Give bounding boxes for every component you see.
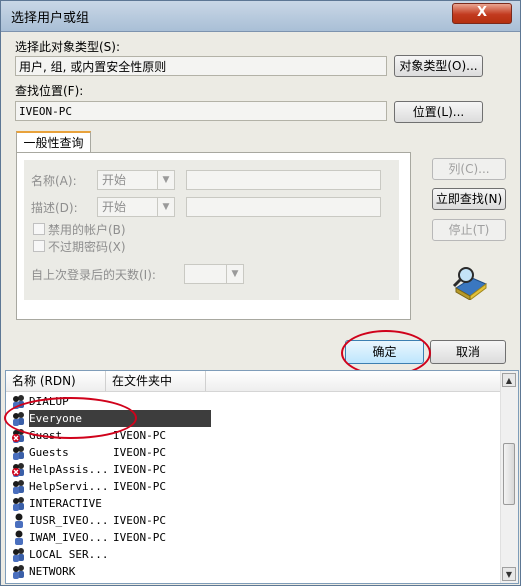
name-label: 名称(A): — [31, 174, 77, 188]
description-label: 描述(D): — [31, 201, 78, 215]
list-item[interactable]: LOCAL SER... — [6, 546, 504, 563]
disabled-user-icon — [11, 462, 27, 477]
days-since-logon-label: 自上次登录后的天数(I): — [31, 268, 156, 282]
scroll-down-icon[interactable]: ▼ — [502, 567, 516, 581]
query-panel-inner: 名称(A): 开始 ▼ 描述(D): 开始 ▼ 禁用的帐户(B) 不过期密码(X… — [24, 160, 399, 300]
item-name: IWAM_IVEO... — [29, 531, 109, 544]
select-users-dialog: 选择用户或组 X 选择此对象类型(S): 用户, 组, 或内置安全性原则 对象类… — [0, 0, 521, 586]
find-now-button[interactable]: 立即查找(N) — [432, 188, 506, 210]
item-name: Guests — [29, 446, 69, 459]
search-users-icon — [452, 267, 487, 300]
object-type-label: 选择此对象类型(S): — [15, 40, 121, 54]
name-mode-select[interactable]: 开始 ▼ — [97, 170, 175, 190]
locations-button[interactable]: 位置(L)... — [394, 101, 483, 123]
item-name: Everyone — [29, 410, 211, 427]
columns-button[interactable]: 列(C)... — [432, 158, 506, 180]
description-mode-value: 开始 — [102, 200, 127, 214]
non-expiring-password-label: 不过期密码(X) — [48, 240, 126, 254]
item-folder: IVEON-PC — [113, 429, 166, 442]
list-item[interactable]: IUSR_IVEO... IVEON-PC — [6, 512, 504, 529]
close-button[interactable]: X — [452, 3, 512, 24]
item-name: LOCAL SER... — [29, 548, 109, 561]
name-mode-value: 开始 — [102, 173, 127, 187]
group-icon — [11, 564, 27, 579]
non-expiring-password-checkbox[interactable] — [33, 240, 45, 252]
days-since-logon-select[interactable]: ▼ — [184, 264, 244, 284]
ok-button[interactable]: 确定 — [345, 340, 424, 364]
user-icon — [11, 530, 27, 545]
item-name: DIALUP — [29, 395, 69, 408]
results-header: 名称 (RDN) 在文件夹中 — [6, 371, 503, 392]
stop-button[interactable]: 停止(T) — [432, 219, 506, 241]
vertical-scrollbar[interactable]: ▲ ▼ — [500, 371, 518, 583]
item-folder: IVEON-PC — [113, 480, 166, 493]
chevron-down-icon: ▼ — [226, 265, 243, 283]
location-field: IVEON-PC — [15, 101, 387, 121]
name-query-field[interactable] — [186, 170, 381, 190]
title-bar: 选择用户或组 X — [1, 1, 520, 32]
object-type-field: 用户, 组, 或内置安全性原则 — [15, 56, 387, 76]
list-item[interactable]: DIALUP — [6, 393, 504, 410]
group-icon — [11, 394, 27, 409]
location-label: 查找位置(F): — [15, 84, 84, 98]
tab-common-queries[interactable]: 一般性查询 — [16, 131, 91, 153]
list-item[interactable]: INTERACTIVE — [6, 495, 504, 512]
search-results-list[interactable]: 名称 (RDN) 在文件夹中 DIALUP Everyone Guest IVEON-… — [5, 370, 519, 584]
disabled-accounts-label: 禁用的帐户(B) — [48, 223, 126, 237]
list-item[interactable]: Guest IVEON-PC — [6, 427, 504, 444]
chevron-down-icon: ▼ — [157, 171, 174, 189]
group-icon — [11, 445, 27, 460]
item-name: NETWORK — [29, 565, 76, 578]
item-folder: IVEON-PC — [113, 514, 166, 527]
item-name: HelpAssis... — [29, 463, 109, 476]
group-icon — [11, 547, 27, 562]
window-title: 选择用户或组 — [11, 11, 90, 26]
scroll-thumb[interactable] — [503, 443, 515, 505]
list-item[interactable]: Guests IVEON-PC — [6, 444, 504, 461]
list-item[interactable]: HelpServi... IVEON-PC — [6, 478, 504, 495]
chevron-down-icon: ▼ — [157, 198, 174, 216]
item-name: Guest — [29, 429, 63, 442]
list-item[interactable]: NETWORK — [6, 563, 504, 580]
disabled-user-icon — [11, 428, 27, 443]
item-folder: IVEON-PC — [113, 531, 166, 544]
disabled-accounts-checkbox[interactable] — [33, 223, 45, 235]
column-header-folder[interactable]: 在文件夹中 — [106, 371, 206, 391]
item-folder: IVEON-PC — [113, 463, 166, 476]
list-item[interactable]: Everyone — [6, 410, 504, 427]
query-panel: 名称(A): 开始 ▼ 描述(D): 开始 ▼ 禁用的帐户(B) 不过期密码(X… — [16, 152, 411, 320]
description-mode-select[interactable]: 开始 ▼ — [97, 197, 175, 217]
item-name: IUSR_IVEO... — [29, 514, 109, 527]
user-icon — [11, 513, 27, 528]
group-icon — [11, 479, 27, 494]
list-item[interactable]: IWAM_IVEO... IVEON-PC — [6, 529, 504, 546]
list-item[interactable]: HelpAssis... IVEON-PC — [6, 461, 504, 478]
item-folder: IVEON-PC — [113, 446, 166, 459]
description-query-field[interactable] — [186, 197, 381, 217]
group-icon — [11, 411, 27, 426]
cancel-button[interactable]: 取消 — [430, 340, 506, 364]
scroll-up-icon[interactable]: ▲ — [502, 373, 516, 387]
item-name: INTERACTIVE — [29, 497, 102, 510]
object-types-button[interactable]: 对象类型(O)... — [394, 55, 483, 77]
item-name: HelpServi... — [29, 480, 109, 493]
group-icon — [11, 496, 27, 511]
column-header-name[interactable]: 名称 (RDN) — [6, 371, 106, 391]
